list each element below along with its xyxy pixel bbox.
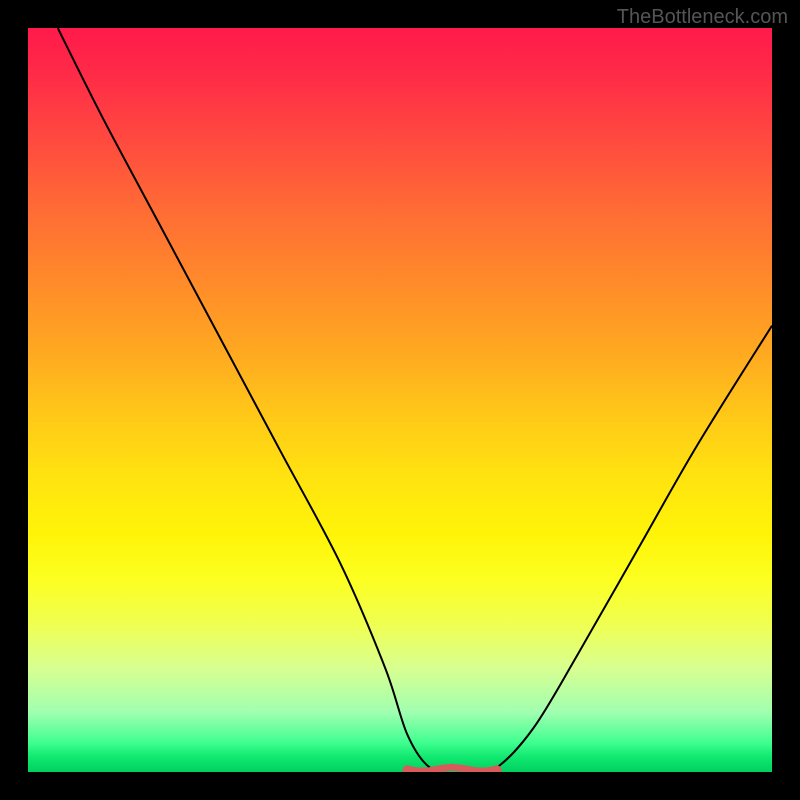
highlight-end-dot bbox=[492, 765, 502, 772]
chart-svg bbox=[28, 28, 772, 772]
highlight-segment bbox=[407, 767, 496, 771]
plot-area bbox=[28, 28, 772, 772]
highlight-start-dot bbox=[402, 765, 412, 772]
watermark-text: TheBottleneck.com bbox=[617, 6, 788, 29]
bottleneck-curve bbox=[58, 28, 772, 771]
